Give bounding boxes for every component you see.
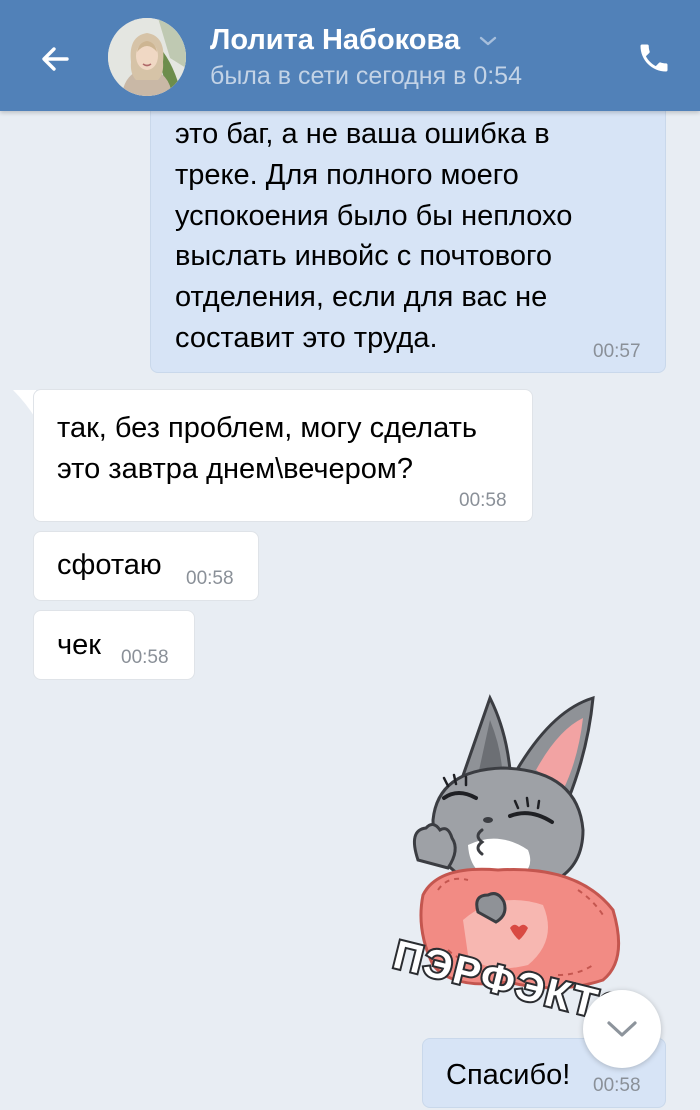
last-seen-status: была в сети сегодня в 0:54: [210, 62, 522, 90]
message-time: 00:58: [121, 647, 169, 668]
contact-name[interactable]: Лолита Набокова: [210, 24, 460, 57]
scroll-to-bottom-button[interactable]: [583, 990, 661, 1068]
message-text: так, без проблем, могу сделать это завтр…: [57, 412, 477, 485]
cat-sticker-image: ПЭРФЭКТО: [387, 694, 637, 1036]
message-time: 00:58: [186, 568, 234, 589]
phone-icon: [640, 44, 668, 72]
avatar-photo: [108, 18, 186, 96]
message-text: это баг, а не ваша ошибка в треке. Для п…: [175, 118, 573, 354]
message-time: 00:57: [593, 341, 641, 362]
back-button[interactable]: [28, 32, 82, 86]
chevron-down-icon: [607, 1021, 637, 1037]
chevron-down-icon[interactable]: [478, 34, 498, 48]
message-text: сфотаю: [57, 549, 162, 581]
message-time: 00:58: [459, 490, 507, 511]
call-button[interactable]: [628, 32, 680, 84]
chat-header: Лолита Набокова была в сети сегодня в 0:…: [0, 0, 700, 111]
avatar[interactable]: [108, 18, 186, 96]
arrow-left-icon: [42, 47, 69, 71]
message-time: 00:58: [593, 1075, 641, 1096]
message-text: чек: [57, 629, 101, 661]
sticker[interactable]: ПЭРФЭКТО: [378, 690, 638, 1036]
message-text: Спасибо!: [446, 1059, 571, 1091]
